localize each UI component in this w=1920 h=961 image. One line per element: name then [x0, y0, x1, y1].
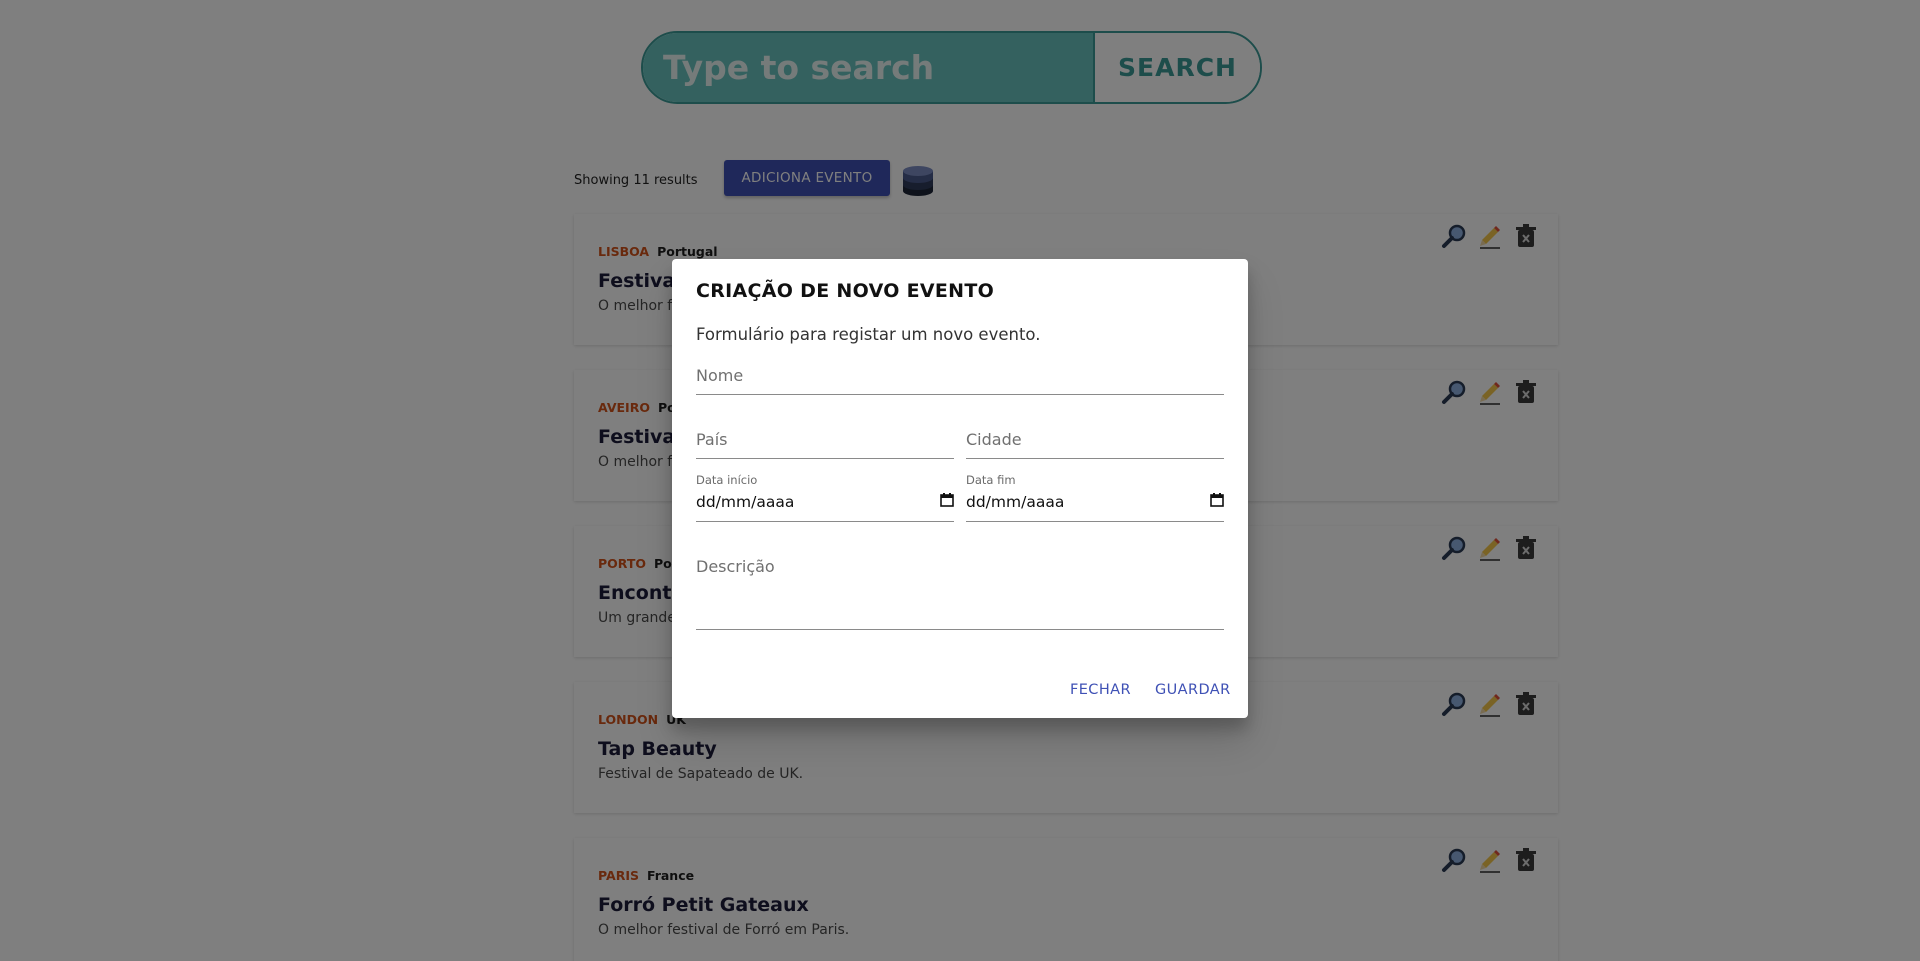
start-date-field: Data início dd/mm/aaaa [696, 473, 954, 522]
description-input[interactable] [696, 557, 1224, 613]
new-event-dialog: CRIAÇÃO DE NOVO EVENTO Formulário para r… [672, 259, 1248, 718]
start-date-value: dd/mm/aaaa [696, 493, 795, 511]
start-date-input[interactable]: dd/mm/aaaa [696, 493, 954, 515]
end-date-field: Data fim dd/mm/aaaa [966, 473, 1224, 522]
name-input[interactable] [696, 366, 1224, 385]
city-input[interactable] [966, 430, 1224, 449]
country-input[interactable] [696, 430, 954, 449]
description-field [696, 557, 1224, 630]
close-button[interactable]: FECHAR [1070, 682, 1131, 698]
country-field [696, 430, 954, 459]
dialog-title: CRIAÇÃO DE NOVO EVENTO [696, 280, 995, 302]
start-date-label: Data início [696, 473, 758, 487]
calendar-icon[interactable] [1210, 493, 1224, 511]
save-button[interactable]: GUARDAR [1155, 682, 1231, 698]
city-field [966, 430, 1224, 459]
dialog-subtitle: Formulário para registar um novo evento. [696, 325, 1041, 344]
calendar-icon[interactable] [940, 493, 954, 511]
end-date-label: Data fim [966, 473, 1016, 487]
name-field [696, 366, 1224, 395]
end-date-input[interactable]: dd/mm/aaaa [966, 493, 1224, 515]
end-date-value: dd/mm/aaaa [966, 493, 1065, 511]
